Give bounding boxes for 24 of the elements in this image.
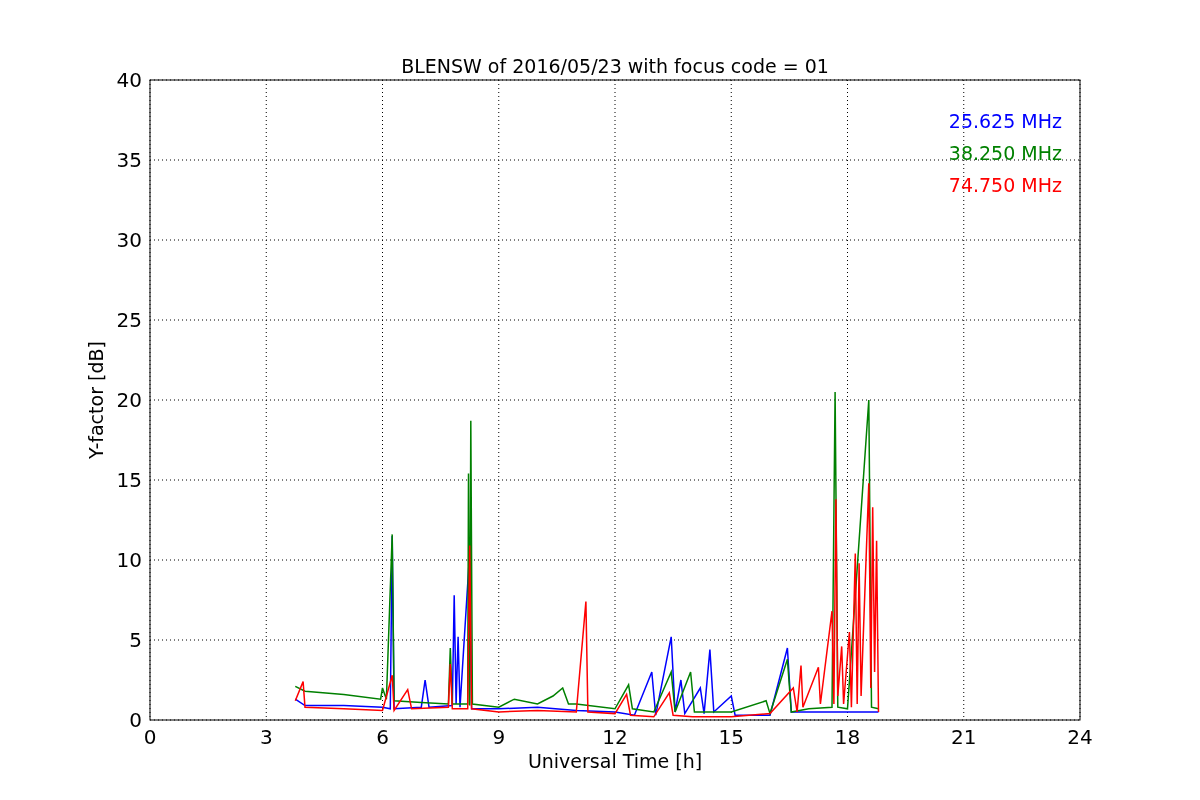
- y-tick-label: 20: [116, 388, 142, 412]
- y-tick-label: 30: [116, 228, 142, 252]
- y-tick-label: 40: [116, 68, 142, 92]
- x-tick-label: 3: [259, 725, 273, 749]
- x-tick-label: 15: [718, 725, 744, 749]
- y-axis-label: Y-factor [dB]: [85, 341, 107, 459]
- y-tick-label: 10: [116, 548, 142, 572]
- y-tick-label: 35: [116, 148, 142, 172]
- x-tick-label: 18: [834, 725, 861, 749]
- y-tick-label: 15: [116, 468, 142, 492]
- chart-title: BLENSW of 2016/05/23 with focus code = 01: [401, 55, 829, 77]
- y-tick-label: 0: [129, 708, 142, 732]
- legend-label: 25.625 MHz: [948, 110, 1062, 132]
- y-tick-label: 5: [129, 628, 142, 652]
- x-tick-label: 9: [492, 725, 506, 749]
- legend-label: 74.750 MHz: [948, 174, 1062, 196]
- x-axis-label: Universal Time [h]: [527, 750, 703, 772]
- y-tick-label: 25: [116, 308, 142, 332]
- x-tick-label: 6: [376, 725, 389, 749]
- legend-label: 38.250 MHz: [948, 142, 1062, 164]
- x-tick-label: 24: [1067, 725, 1093, 749]
- x-tick-label: 0: [143, 725, 157, 749]
- x-tick-label: 21: [951, 725, 977, 749]
- x-tick-label: 12: [602, 725, 628, 749]
